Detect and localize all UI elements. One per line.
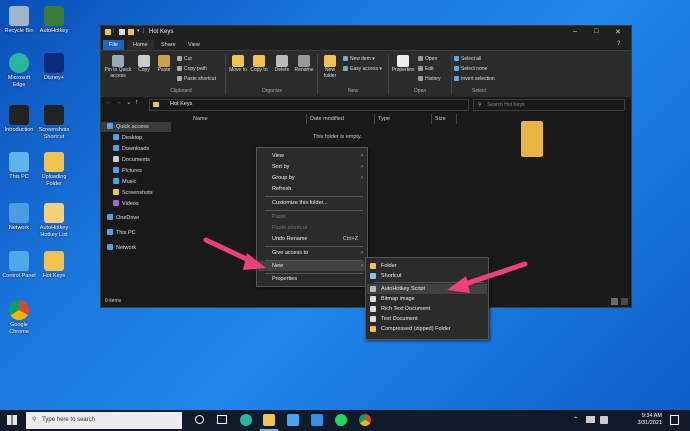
notifications-icon[interactable] (670, 415, 679, 425)
chrome-icon[interactable] (359, 414, 371, 426)
task-view-icon[interactable] (217, 415, 227, 424)
arrow-to-autohotkey-script (447, 261, 528, 293)
edge-icon[interactable] (240, 414, 252, 426)
mail-icon[interactable] (311, 414, 323, 426)
taskbar: ⚲ Type here to search ⌃ 9:34 AM 3/31/202… (0, 410, 690, 431)
spotify-icon[interactable] (335, 414, 347, 426)
file-explorer-icon[interactable] (263, 414, 275, 426)
taskbar-search-input[interactable]: ⚲ Type here to search (26, 412, 182, 429)
annotation-arrows (203, 237, 528, 293)
volume-icon[interactable] (600, 416, 608, 424)
store-icon[interactable] (287, 414, 299, 426)
windows-start-icon[interactable] (7, 415, 17, 425)
arrow-to-new (203, 237, 266, 270)
search-icon: ⚲ (32, 417, 37, 423)
cortana-icon[interactable] (195, 415, 204, 424)
network-icon[interactable] (586, 416, 595, 423)
chevron-up-icon[interactable]: ⌃ (573, 416, 578, 423)
clock[interactable]: 9:34 AM 3/31/2021 (618, 413, 662, 426)
